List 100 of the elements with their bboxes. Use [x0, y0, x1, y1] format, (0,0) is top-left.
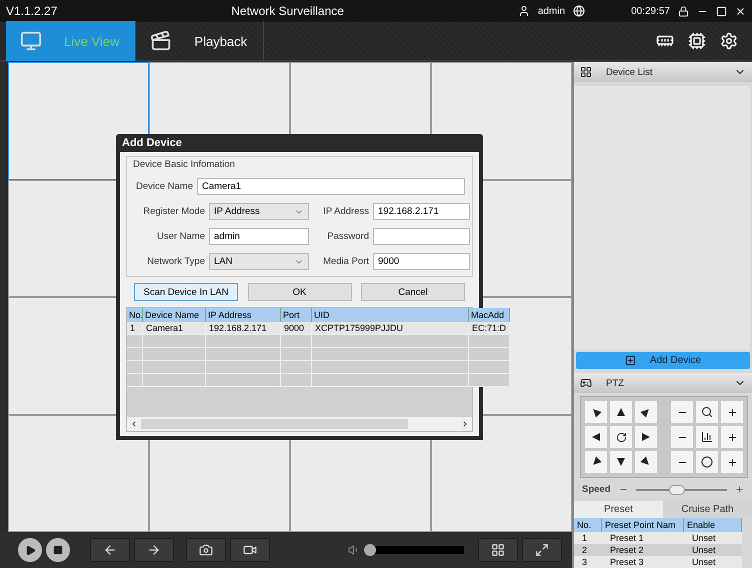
input-field[interactable]: 192.168.2.171 — [373, 203, 470, 220]
column-header[interactable]: No. — [127, 308, 143, 322]
video-cell[interactable] — [8, 414, 149, 532]
plus-button[interactable] — [721, 401, 743, 423]
globe-icon[interactable] — [573, 5, 586, 17]
panel-tab[interactable]: Cruise Path — [663, 501, 752, 518]
speed-thumb[interactable] — [669, 484, 686, 494]
bar-chart-icon — [701, 431, 713, 443]
circle-icon — [701, 456, 713, 468]
table-cell: Preset 1 — [602, 532, 684, 544]
panel-header[interactable]: PTZ — [574, 373, 752, 393]
monitor-icon — [20, 30, 42, 52]
maximize-icon[interactable] — [716, 6, 727, 16]
focus-button[interactable] — [696, 426, 718, 448]
previous-button[interactable] — [90, 538, 130, 562]
zoom-button[interactable] — [696, 401, 718, 423]
plus-icon — [726, 432, 738, 442]
triangle-icon — [642, 433, 650, 441]
grid-icon — [491, 543, 505, 557]
triangle-icon — [617, 458, 625, 466]
fullscreen-button[interactable] — [522, 538, 562, 562]
lock-icon[interactable] — [678, 6, 689, 16]
nav-tab[interactable]: Playback — [136, 21, 264, 61]
rotate-button[interactable] — [610, 426, 632, 448]
table-cell: Preset 3 — [602, 556, 684, 568]
table-cell: Preset 2 — [602, 544, 684, 556]
column-header[interactable]: IP Address — [206, 308, 281, 322]
plus-icon — [726, 406, 738, 418]
column-header[interactable]: Port — [281, 308, 312, 322]
version-label: V1.1.2.27 — [6, 4, 58, 18]
table-cell — [143, 361, 206, 374]
input-field[interactable]: Camera1 — [197, 178, 465, 195]
column-header[interactable]: UID — [312, 308, 469, 322]
panel-header[interactable]: Device List — [574, 62, 752, 82]
dialog-button[interactable]: Cancel — [361, 283, 465, 301]
direction-button[interactable] — [635, 401, 657, 423]
grid-icon — [580, 66, 592, 78]
direction-button[interactable] — [635, 451, 657, 473]
table-cell: Unset — [684, 532, 742, 544]
group-title: Device Basic Infomation — [133, 159, 236, 170]
table-cell: Unset — [684, 556, 742, 568]
chevron-right-icon[interactable] — [461, 420, 469, 428]
column-header[interactable]: Enable — [684, 518, 742, 532]
volume-icon — [348, 544, 360, 556]
layout-button[interactable] — [478, 538, 518, 562]
field-label: Password — [326, 231, 369, 242]
column-header[interactable]: No. — [574, 518, 602, 532]
field-label: User Name — [156, 231, 205, 242]
chevron-left-icon[interactable] — [130, 420, 138, 428]
column-header[interactable]: Preset Point Nam — [602, 518, 684, 532]
direction-button[interactable] — [635, 426, 657, 448]
user-icon — [518, 5, 530, 17]
table-cell: 1 — [127, 322, 143, 335]
volume-thumb[interactable] — [364, 544, 376, 556]
camera-icon — [199, 543, 213, 557]
table-cell: 192.168.2.171 — [206, 322, 281, 335]
video-cell[interactable] — [431, 414, 572, 532]
plus-button[interactable] — [721, 451, 743, 473]
direction-button[interactable] — [585, 426, 607, 448]
direction-button[interactable] — [610, 451, 632, 473]
field-label: Network Type — [146, 256, 205, 267]
table-cell: EC:71:D — [469, 322, 510, 335]
snapshot-button[interactable] — [186, 538, 226, 562]
play-button[interactable] — [18, 538, 42, 562]
table-cell — [143, 348, 206, 361]
volume-slider[interactable] — [364, 544, 464, 556]
triangle-icon — [592, 408, 600, 416]
fullscreen-icon — [535, 543, 549, 557]
dropdown[interactable]: IP Address — [209, 203, 309, 220]
table-cell — [143, 335, 206, 348]
triangle-icon — [642, 408, 650, 416]
direction-button[interactable] — [610, 401, 632, 423]
dialog-button[interactable]: Scan Device In LAN — [134, 283, 238, 301]
stop-button[interactable] — [46, 538, 70, 562]
direction-button[interactable] — [585, 451, 607, 473]
close-icon[interactable] — [735, 6, 746, 16]
play-icon — [24, 544, 36, 556]
add-device-button[interactable]: Add Device — [576, 352, 750, 369]
next-button[interactable] — [134, 538, 174, 562]
speed-label: Speed — [582, 484, 611, 495]
plus-button[interactable] — [721, 426, 743, 448]
dropdown[interactable]: LAN — [209, 253, 309, 270]
column-header[interactable]: MacAdd — [469, 308, 510, 322]
iris-button[interactable] — [696, 451, 718, 473]
input-field[interactable]: admin — [209, 228, 309, 245]
input-field[interactable]: 9000 — [373, 253, 470, 270]
plus-icon — [726, 456, 738, 468]
input-field[interactable] — [373, 228, 470, 245]
panel-tab[interactable]: Preset — [574, 501, 663, 518]
window-title: Network Surveillance — [231, 4, 344, 18]
panel-title: Device List — [606, 66, 652, 78]
dialog-button[interactable]: OK — [248, 283, 352, 301]
column-header[interactable]: Device Name — [143, 308, 206, 322]
direction-button[interactable] — [585, 401, 607, 423]
settings-icon[interactable] — [720, 32, 738, 50]
table-cell: 3 — [574, 556, 602, 568]
record-button[interactable] — [230, 538, 270, 562]
cpu-icon[interactable] — [688, 32, 706, 50]
scrollbar[interactable] — [127, 417, 472, 431]
search-icon — [701, 406, 713, 418]
